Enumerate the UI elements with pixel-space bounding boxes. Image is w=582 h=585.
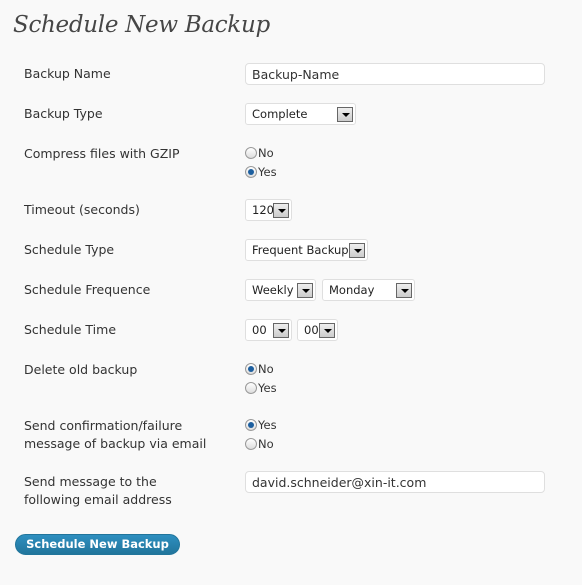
backup-type-select[interactable]: Complete	[245, 103, 356, 125]
frequence-value: Weekly	[252, 283, 294, 297]
radio-label: Yes	[258, 418, 277, 432]
delete-no-radio[interactable]: No	[245, 362, 274, 376]
schedule-new-backup-button[interactable]: Schedule New Backup	[15, 534, 180, 555]
backup-type-value: Complete	[252, 107, 308, 121]
radio-label: Yes	[258, 381, 277, 395]
radio-icon	[245, 147, 257, 159]
chevron-down-icon	[349, 243, 365, 258]
confirm-no-radio[interactable]: No	[245, 437, 274, 451]
schedule-type-select[interactable]: Frequent Backup	[245, 239, 368, 261]
minute-select[interactable]: 00	[297, 319, 338, 341]
chevron-down-icon	[273, 323, 289, 338]
delete-yes-radio[interactable]: Yes	[245, 381, 277, 395]
radio-checked-icon	[245, 166, 257, 178]
radio-checked-icon	[245, 363, 257, 375]
backup-name-input[interactable]	[245, 63, 545, 85]
label-line: Send confirmation/failure	[24, 418, 183, 433]
radio-checked-icon	[245, 419, 257, 431]
radio-label: No	[258, 362, 274, 376]
hour-value: 00	[252, 323, 267, 337]
confirm-yes-radio[interactable]: Yes	[245, 418, 277, 432]
delete-old-label: Delete old backup	[24, 362, 138, 377]
frequence-label: Schedule Frequence	[24, 282, 151, 297]
schedule-type-value: Frequent Backup	[252, 243, 349, 257]
chevron-down-icon	[337, 107, 353, 122]
schedule-time-label: Schedule Time	[24, 322, 117, 337]
chevron-down-icon	[396, 283, 412, 298]
email-input[interactable]	[245, 471, 545, 493]
gzip-yes-radio[interactable]: Yes	[245, 165, 277, 179]
radio-label: Yes	[258, 165, 277, 179]
minute-value: 00	[304, 323, 319, 337]
radio-label: No	[258, 437, 274, 451]
backup-type-label: Backup Type	[24, 106, 103, 121]
timeout-select[interactable]: 120	[245, 199, 292, 221]
chevron-down-icon	[319, 323, 335, 338]
label-line: following email address	[24, 492, 172, 507]
radio-icon	[245, 438, 257, 450]
timeout-value: 120	[252, 203, 274, 217]
send-confirm-label: Send confirmation/failure message of back…	[24, 417, 206, 453]
page-title: Schedule New Backup	[13, 12, 270, 38]
backup-name-label: Backup Name	[24, 66, 111, 81]
email-label: Send message to the following email addre…	[24, 473, 172, 509]
chevron-down-icon	[273, 203, 289, 218]
gzip-no-radio[interactable]: No	[245, 146, 274, 160]
day-select[interactable]: Monday	[322, 279, 415, 301]
label-line: Send message to the	[24, 474, 157, 489]
day-value: Monday	[329, 283, 375, 297]
radio-icon	[245, 382, 257, 394]
radio-label: No	[258, 146, 274, 160]
hour-select[interactable]: 00	[245, 319, 292, 341]
frequence-select[interactable]: Weekly	[245, 279, 316, 301]
gzip-label: Compress files with GZIP	[24, 146, 180, 161]
label-line: message of backup via email	[24, 436, 207, 451]
timeout-label: Timeout (seconds)	[24, 202, 140, 217]
chevron-down-icon	[297, 283, 313, 298]
schedule-type-label: Schedule Type	[24, 242, 115, 257]
